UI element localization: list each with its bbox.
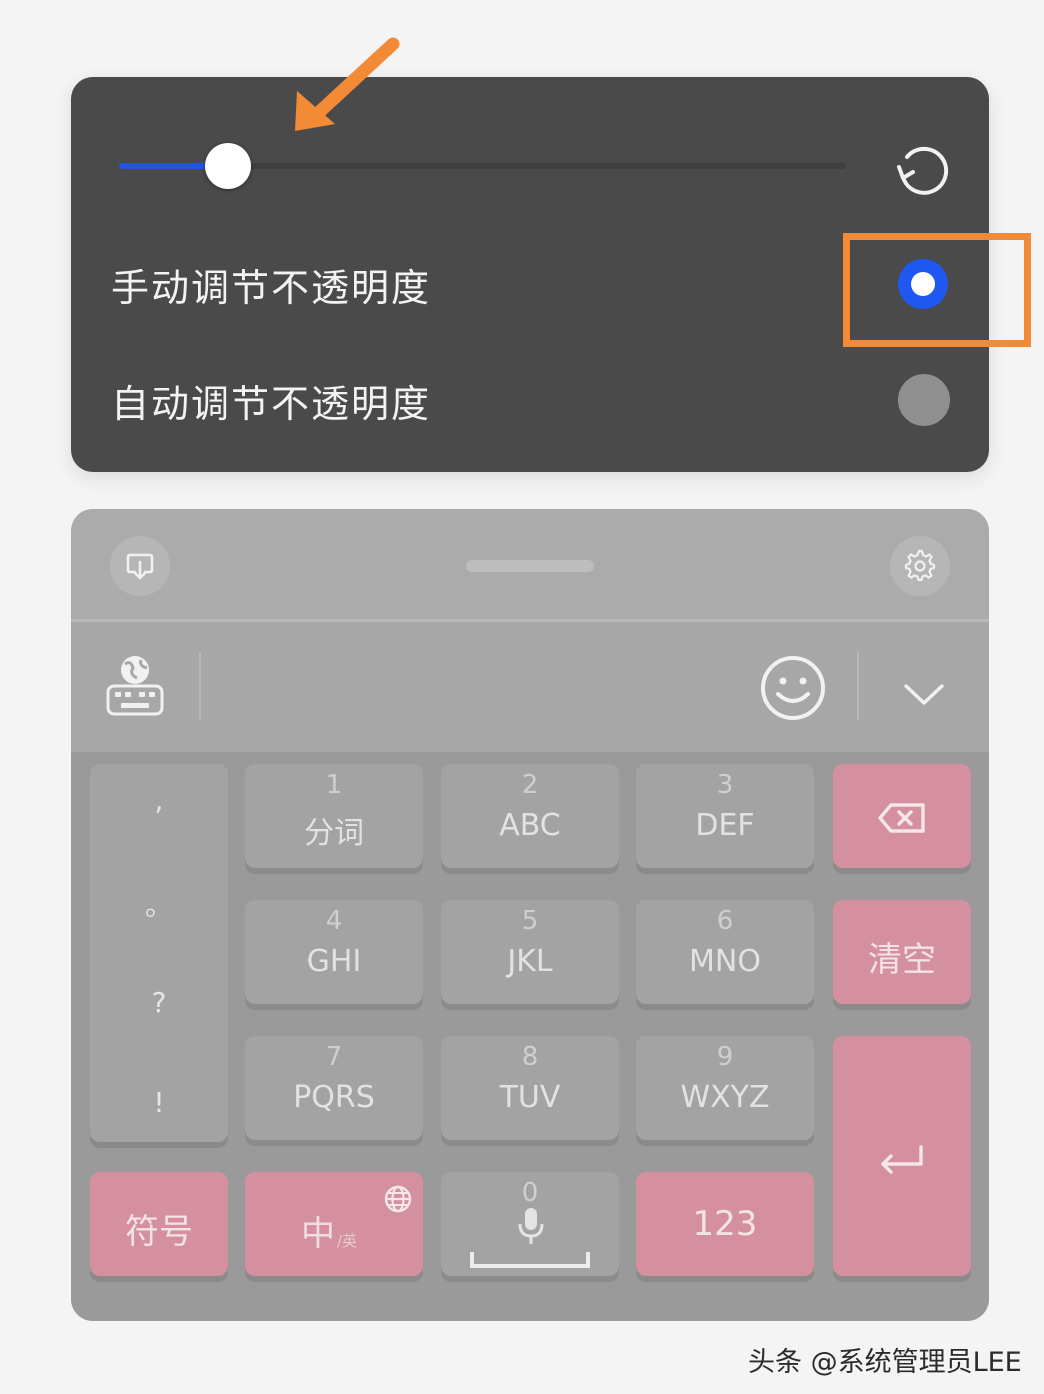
settings-gear-icon bbox=[904, 549, 936, 582]
option-auto-opacity[interactable]: 自动调节不透明度 bbox=[71, 355, 989, 445]
numbers-key[interactable]: 123 bbox=[636, 1172, 814, 1276]
key-label: ABC bbox=[499, 808, 561, 843]
key-5[interactable]: 5 JKL bbox=[441, 900, 619, 1004]
microphone-icon bbox=[518, 1208, 544, 1244]
drag-handle[interactable] bbox=[466, 560, 594, 572]
language-switch-key[interactable]: 中 /英 bbox=[245, 1172, 423, 1276]
annotation-highlight-box bbox=[843, 233, 1031, 347]
option-auto-label: 自动调节不透明度 bbox=[111, 382, 432, 426]
key-8[interactable]: 8 TUV bbox=[441, 1036, 619, 1140]
key-number: 2 bbox=[521, 770, 539, 800]
backspace-icon bbox=[878, 803, 925, 833]
option-manual-label: 手动调节不透明度 bbox=[111, 266, 432, 310]
enter-icon bbox=[881, 1145, 923, 1174]
key-number: 6 bbox=[716, 906, 734, 936]
annotation-arrow-icon bbox=[295, 37, 400, 131]
symbols-key[interactable]: 符号 bbox=[90, 1172, 228, 1276]
key-label: JKL bbox=[507, 944, 553, 979]
key-label: MNO bbox=[689, 944, 761, 979]
enter-key[interactable] bbox=[833, 1036, 971, 1276]
toolbar-divider bbox=[857, 652, 859, 720]
radio-auto-unselected[interactable] bbox=[898, 374, 950, 426]
clear-label: 清空 bbox=[868, 940, 936, 980]
key-7[interactable]: 7 PQRS bbox=[245, 1036, 423, 1140]
key-number: 9 bbox=[716, 1042, 734, 1072]
keyboard-top-bar bbox=[71, 509, 989, 619]
punc-period[interactable]: 。 bbox=[90, 884, 228, 924]
watermark: 头条 @系统管理员LEE bbox=[748, 1347, 1022, 1378]
key-2[interactable]: 2 ABC bbox=[441, 764, 619, 868]
punc-comma[interactable]: , bbox=[90, 784, 228, 817]
symbols-label: 符号 bbox=[125, 1212, 193, 1252]
key-number: 8 bbox=[521, 1042, 539, 1072]
keyboard: , 。 ? ! 1 分词 2 ABC 3 DEF 4 GHI 5 JKL 6 M… bbox=[71, 509, 989, 1321]
key-label: WXYZ bbox=[680, 1080, 770, 1115]
key-label: DEF bbox=[695, 808, 755, 843]
numbers-label: 123 bbox=[692, 1204, 758, 1244]
key-9[interactable]: 9 WXYZ bbox=[636, 1036, 814, 1140]
key-1[interactable]: 1 分词 bbox=[245, 764, 423, 868]
chevron-down-icon[interactable] bbox=[903, 682, 945, 708]
emoji-icon[interactable] bbox=[759, 654, 827, 722]
key-number: 3 bbox=[716, 770, 734, 800]
english-sub-label: /英 bbox=[337, 1232, 358, 1250]
toolbar-divider bbox=[199, 652, 201, 720]
reset-icon[interactable] bbox=[893, 141, 953, 197]
clear-key[interactable]: 清空 bbox=[833, 900, 971, 1004]
key-number: 5 bbox=[521, 906, 539, 936]
key-number: 1 bbox=[325, 770, 343, 800]
key-number: 4 bbox=[325, 906, 343, 936]
key-label: TUV bbox=[499, 1080, 561, 1115]
space-bar-icon bbox=[470, 1252, 590, 1268]
keyboard-language-icon[interactable] bbox=[103, 652, 167, 718]
key-number: 0 bbox=[521, 1178, 539, 1208]
punc-question[interactable]: ? bbox=[90, 986, 228, 1019]
chinese-label: 中 bbox=[301, 1214, 335, 1254]
globe-icon bbox=[384, 1185, 412, 1213]
punc-exclaim[interactable]: ! bbox=[90, 1086, 228, 1119]
backspace-key[interactable] bbox=[833, 764, 971, 868]
punctuation-column[interactable]: , 。 ? ! bbox=[90, 764, 228, 1142]
opacity-slider[interactable] bbox=[119, 143, 846, 189]
float-keyboard-button[interactable] bbox=[110, 536, 170, 596]
key-label: 分词 bbox=[304, 816, 364, 851]
key-label: PQRS bbox=[293, 1080, 375, 1115]
space-key[interactable]: 0 bbox=[441, 1172, 619, 1276]
key-number: 7 bbox=[325, 1042, 343, 1072]
key-4[interactable]: 4 GHI bbox=[245, 900, 423, 1004]
float-keyboard-icon bbox=[126, 553, 154, 580]
key-3[interactable]: 3 DEF bbox=[636, 764, 814, 868]
key-label: GHI bbox=[306, 944, 362, 979]
opacity-slider-thumb[interactable] bbox=[205, 143, 251, 189]
keyboard-toolbar bbox=[71, 622, 989, 752]
key-6[interactable]: 6 MNO bbox=[636, 900, 814, 1004]
keyboard-keys-area: , 。 ? ! 1 分词 2 ABC 3 DEF 4 GHI 5 JKL 6 M… bbox=[71, 752, 989, 1321]
settings-button[interactable] bbox=[890, 536, 950, 596]
